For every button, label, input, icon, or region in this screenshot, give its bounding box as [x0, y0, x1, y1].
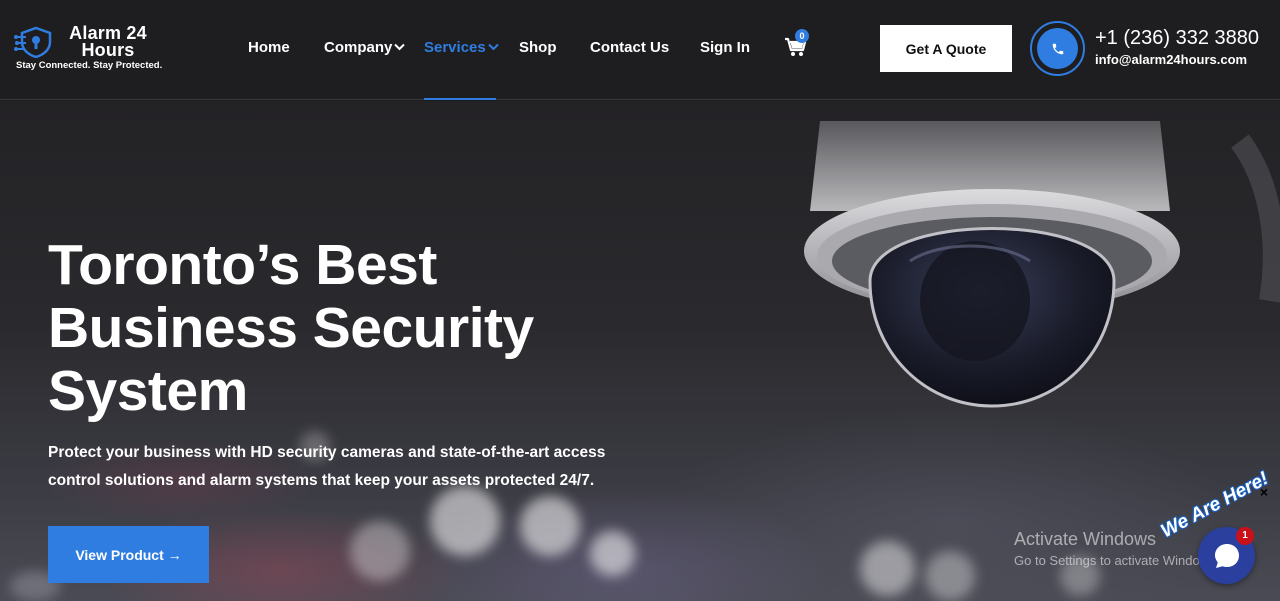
phone-icon-circle	[1037, 28, 1078, 69]
phone-call-button[interactable]	[1030, 21, 1085, 76]
nav-services[interactable]: Services	[424, 39, 499, 56]
hero-banner: Toronto’s Best Business Security System …	[0, 101, 1280, 601]
logo-name: Alarm 24 Hours	[69, 23, 147, 60]
nav-home[interactable]: Home	[248, 39, 290, 56]
windows-activation-watermark: Activate Windows Go to Settings to activ…	[1014, 529, 1219, 568]
shield-network-icon	[14, 26, 52, 58]
view-product-button[interactable]: View Product →	[48, 526, 209, 583]
nav-contact-us[interactable]: Contact Us	[590, 39, 669, 56]
chevron-down-icon	[394, 43, 406, 51]
bokeh-light	[520, 496, 580, 556]
get-a-quote-button[interactable]: Get A Quote	[880, 25, 1012, 72]
logo-tagline: Stay Connected. Stay Protected.	[16, 60, 163, 71]
security-camera-image	[804, 121, 1280, 408]
nav-services-label: Services	[424, 39, 486, 56]
nav-company-label: Company	[324, 39, 393, 56]
hero-title: Toronto’s Best Business Security System	[48, 233, 534, 423]
bokeh-light	[350, 521, 410, 581]
bokeh-light	[590, 531, 635, 576]
phone-number[interactable]: +1 (236) 332 3880	[1095, 27, 1259, 50]
watermark-subtitle: Go to Settings to activate Windows.	[1014, 553, 1220, 568]
bokeh-light	[860, 541, 915, 596]
active-nav-indicator	[424, 98, 496, 100]
chat-unread-badge: 1	[1236, 527, 1254, 545]
bokeh-light	[925, 551, 975, 601]
chevron-down-icon	[488, 43, 499, 51]
nav-company[interactable]: Company	[324, 39, 406, 56]
hero-subtitle: Protect your business with HD security c…	[48, 444, 606, 489]
bokeh-light	[430, 486, 500, 556]
contact-email[interactable]: info@alarm24hours.com	[1095, 52, 1247, 67]
chat-bubble-icon	[1214, 543, 1239, 568]
cart-count-badge: 0	[795, 29, 809, 43]
logo[interactable]: Alarm 24 Hours Stay Connected. Stay Prot…	[14, 24, 174, 74]
nav-shop[interactable]: Shop	[519, 39, 557, 56]
site-header: Alarm 24 Hours Stay Connected. Stay Prot…	[0, 0, 1280, 100]
phone-icon	[1052, 43, 1063, 54]
nav-sign-in[interactable]: Sign In	[700, 39, 750, 56]
